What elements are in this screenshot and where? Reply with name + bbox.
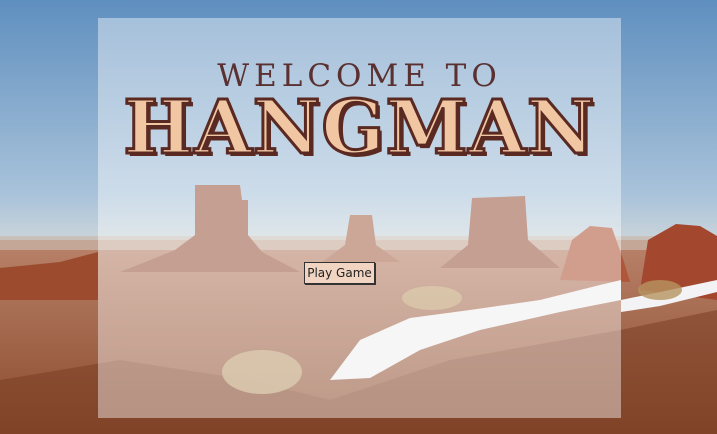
play-game-button[interactable]: Play Game [304, 262, 375, 284]
game-title: HANGMAN [122, 85, 596, 171]
welcome-panel: WELCOME TO HANGMAN [98, 18, 621, 418]
